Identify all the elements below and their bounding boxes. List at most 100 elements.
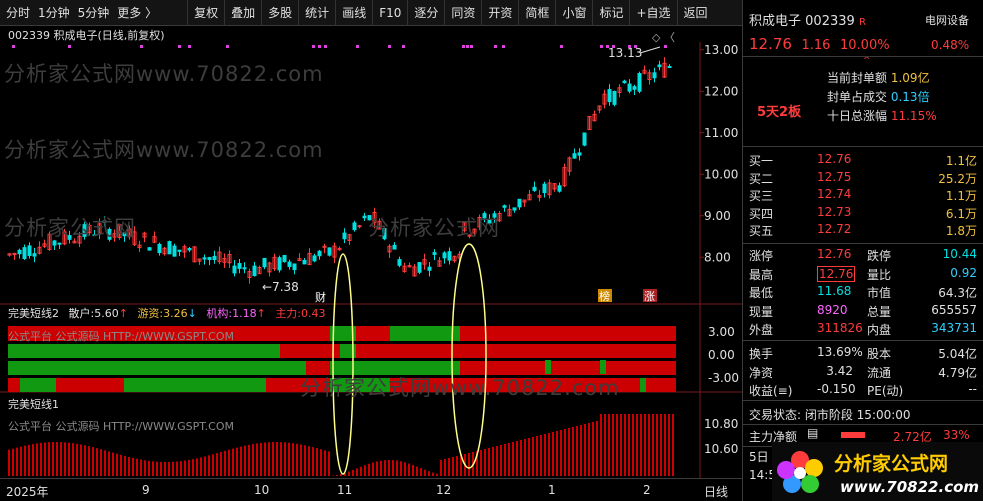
period-label[interactable]: 日线 xyxy=(704,483,728,500)
xaxis-label: 9 xyxy=(142,483,150,497)
time-axis: 2025年 9 10 11 12 1 2 日线 xyxy=(0,478,742,501)
add-watchlist-button[interactable]: +自选 xyxy=(629,0,676,26)
indicator-bar xyxy=(288,442,290,476)
indicator-bar xyxy=(224,450,226,476)
indicator-bar xyxy=(64,442,66,476)
tab-5min[interactable]: 5分钟 xyxy=(78,4,110,21)
sub2-name: 完美短线1 xyxy=(8,398,59,411)
kaizi-button[interactable]: 开资 xyxy=(481,0,518,26)
indicator-bar xyxy=(292,443,294,476)
candle-body xyxy=(632,86,637,90)
stats-button[interactable]: 统计 xyxy=(298,0,335,26)
expand-icon[interactable]: ^ xyxy=(863,56,871,66)
indicator-bar xyxy=(516,441,518,476)
mark-button[interactable]: 标记 xyxy=(592,0,629,26)
candle-body xyxy=(542,183,547,194)
sub1-sanhu-value: 5.60 xyxy=(94,307,119,320)
indicator-bar xyxy=(564,429,566,476)
limit-info-row: 十日总涨幅 11.15% xyxy=(827,107,937,124)
indicator-bar xyxy=(196,458,198,476)
indicator-bar xyxy=(584,424,586,476)
tab-1min[interactable]: 1分钟 xyxy=(38,4,70,21)
site-logo: 分析家公式网 www.70822.com xyxy=(772,442,983,501)
indicator-bar xyxy=(672,414,674,476)
candle-body xyxy=(312,255,317,262)
bid-label: 买一 xyxy=(749,154,774,168)
indicator-bar xyxy=(300,444,302,476)
f10-button[interactable]: F10 xyxy=(372,0,407,26)
stat-value: 0.92 xyxy=(950,265,977,280)
indicator-bar xyxy=(188,459,190,476)
watermark: 分析家公式网www.70822.com xyxy=(4,138,324,162)
indicator-bar xyxy=(508,443,510,476)
indicator-bar xyxy=(76,443,78,476)
strip-segment xyxy=(640,378,646,392)
sub1-name: 完美短线2 xyxy=(8,307,59,320)
limit-info-row: 当前封单额 1.09亿 xyxy=(827,69,930,86)
signal-dot xyxy=(560,45,563,48)
stat-value: 12.76 xyxy=(817,247,852,261)
sector-tag[interactable]: 电网设备 xyxy=(925,12,969,28)
signal-dot xyxy=(462,45,465,48)
signal-dot xyxy=(600,45,603,48)
indicator-bar xyxy=(160,461,162,476)
multi-stock-button[interactable]: 多股 xyxy=(261,0,298,26)
small-window-button[interactable]: 小窗 xyxy=(555,0,592,26)
tab-fenshi[interactable]: 分时 xyxy=(6,4,30,21)
indicator-bar xyxy=(204,456,206,476)
bid-volume: 1.1万 xyxy=(945,189,977,203)
limit-info-value: 0.13倍 xyxy=(890,90,930,104)
indicator-bar xyxy=(136,458,138,476)
high-annotation-arrow xyxy=(639,46,661,54)
simple-frame-button[interactable]: 简框 xyxy=(518,0,555,26)
sub1-axis-label: 3.00 xyxy=(708,325,735,339)
indicator-bar xyxy=(368,463,370,476)
candle-body xyxy=(172,245,177,257)
overlay-button[interactable]: 叠加 xyxy=(224,0,261,26)
indicator-bar xyxy=(424,469,426,476)
indicator-bar xyxy=(384,460,386,476)
indicator-bar xyxy=(432,472,434,476)
indicator-bar xyxy=(440,460,442,476)
signal-dot xyxy=(502,45,505,48)
stat-label: 市值 xyxy=(867,286,892,300)
indicator-bar xyxy=(416,466,418,476)
candle-body xyxy=(202,257,207,260)
tongzi-button[interactable]: 同资 xyxy=(444,0,481,26)
limit-info-value: 11.15% xyxy=(890,109,937,123)
indicator-bar xyxy=(380,460,382,476)
candle-body xyxy=(637,73,642,92)
candle-body xyxy=(32,253,37,257)
indicator-bar xyxy=(664,414,666,476)
indicator-bar xyxy=(452,457,454,476)
indicator-bar xyxy=(200,457,202,476)
candle-body xyxy=(212,255,217,260)
indicator-bar xyxy=(112,452,114,476)
indicator-bar xyxy=(504,444,506,476)
tab-more[interactable]: 更多 〉 xyxy=(117,4,157,21)
indicator-bar xyxy=(620,414,622,476)
indicator-bar xyxy=(96,448,98,476)
signal-dot xyxy=(226,45,229,48)
indicator-bar xyxy=(596,421,598,476)
main-net-icon[interactable]: ▤ xyxy=(807,426,818,440)
candle-body xyxy=(17,249,22,255)
price-chart[interactable]: 8.00 9.00 10.00 11.00 12.00 13.00 13.13 ←7.38 财 榜… xyxy=(0,42,742,478)
stat-value: 311826 xyxy=(817,321,863,335)
candle-body xyxy=(157,243,162,254)
streak-badge: 5天2板 xyxy=(757,105,802,120)
candle-body xyxy=(622,80,627,84)
candle-body xyxy=(442,252,447,259)
zhufen-button[interactable]: 逐分 xyxy=(407,0,444,26)
candle-body xyxy=(417,262,422,273)
strip-segment xyxy=(356,344,460,358)
indicator-bar xyxy=(640,414,642,476)
back-button[interactable]: 返回 xyxy=(676,0,714,26)
fuquan-button[interactable]: 复权 xyxy=(187,0,224,26)
stat-label: 跌停 xyxy=(867,249,892,263)
draw-line-button[interactable]: 画线 xyxy=(335,0,372,26)
watermark: 分析家公式网www.70822.com xyxy=(4,62,324,86)
indicator-bar xyxy=(12,448,14,476)
indicator-bar xyxy=(36,443,38,476)
candle-body xyxy=(317,250,322,257)
